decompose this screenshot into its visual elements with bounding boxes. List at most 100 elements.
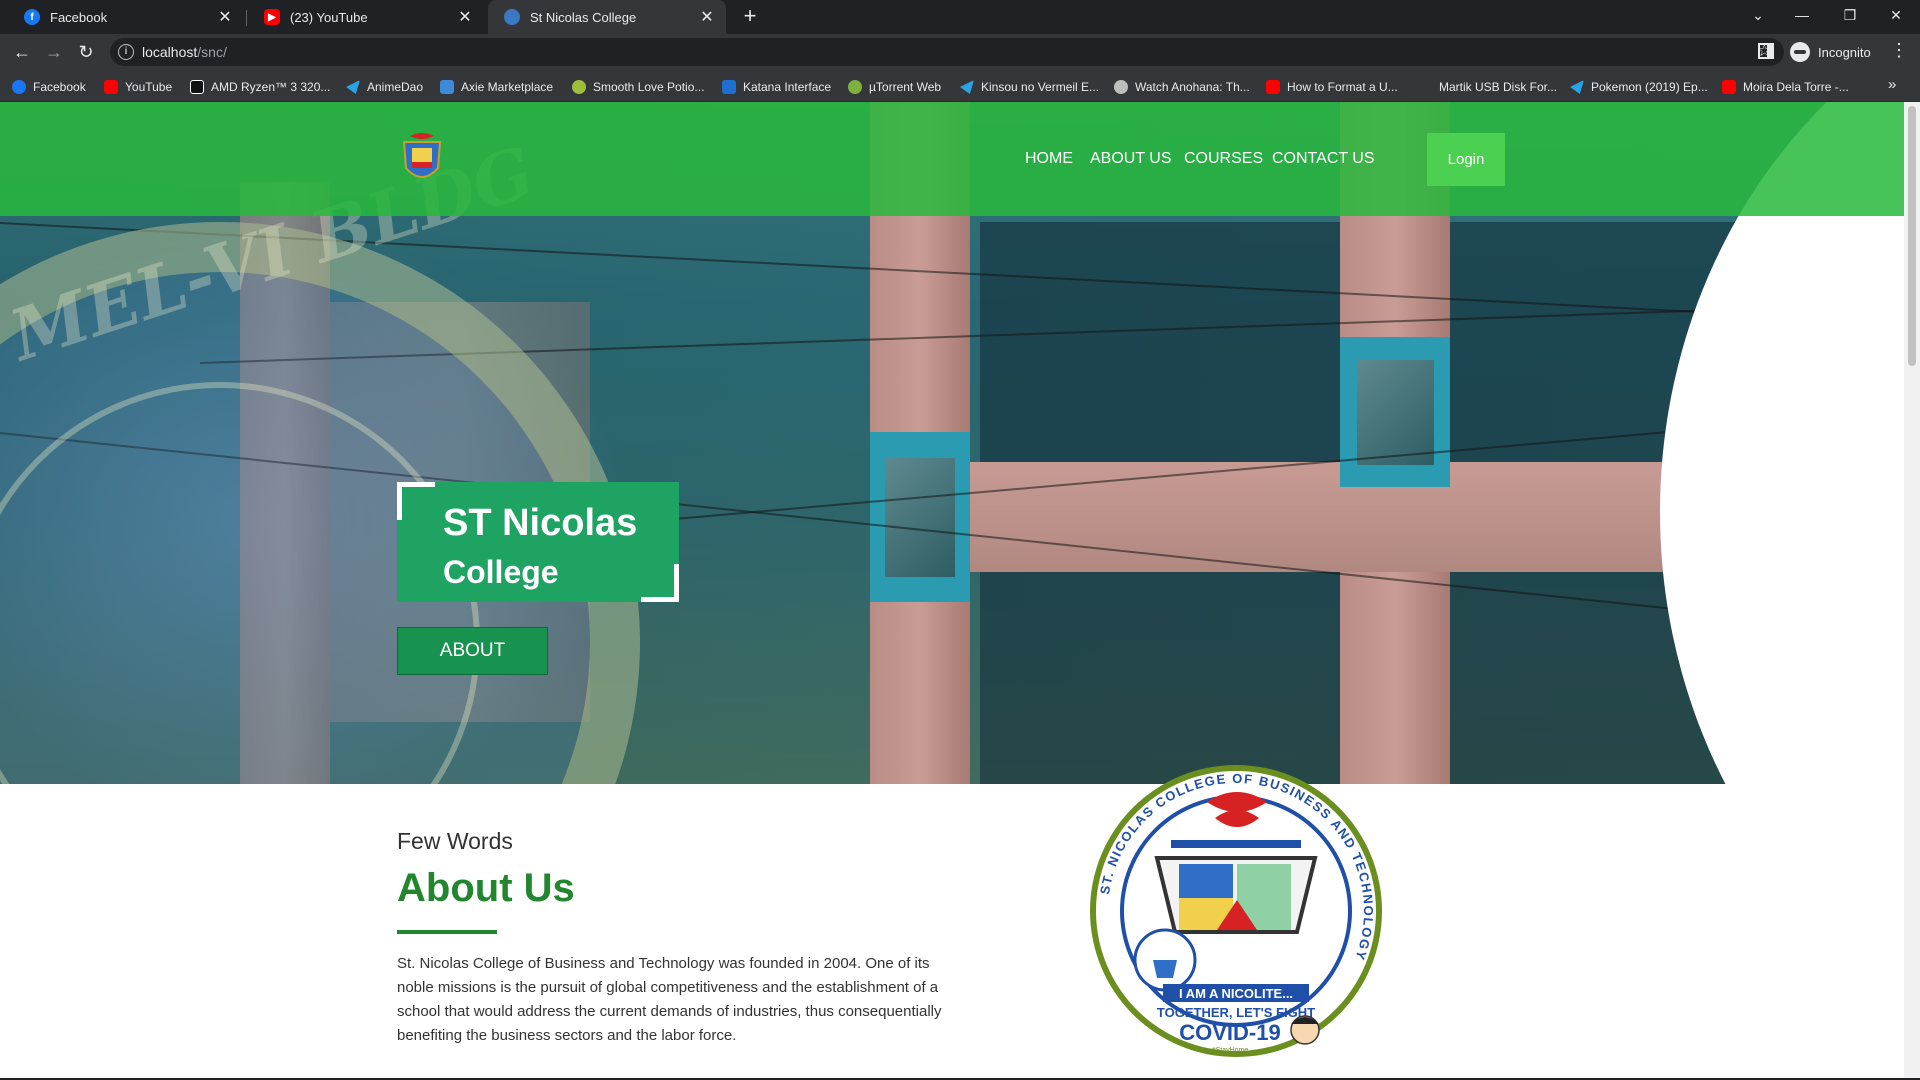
hero-title-line2: College	[443, 554, 559, 590]
tab-strip: f Facebook ✕ ▶ (23) YouTube ✕ St Nicolas…	[0, 0, 1920, 34]
bookmark-item[interactable]: µTorrent Web	[848, 78, 941, 96]
bookmark-label: Martik USB Disk For...	[1439, 80, 1558, 94]
bookmark-item[interactable]: Moira Dela Torre -...	[1722, 78, 1849, 96]
browser-toolbar: ← → ↻ i localhost/snc/ ☆ Incognito ⋮	[0, 34, 1920, 70]
axie-icon	[440, 80, 454, 94]
blank-page-icon	[1418, 80, 1432, 94]
bookmark-item[interactable]: Kinsou no Vermeil E...	[960, 78, 1099, 96]
bookmark-label: Smooth Love Potio...	[593, 80, 705, 94]
back-icon[interactable]: ←	[10, 40, 34, 64]
tab-title: St Nicolas College	[530, 9, 637, 25]
close-tab-icon[interactable]: ✕	[216, 7, 234, 27]
nav-courses[interactable]: COURSES	[1184, 150, 1263, 168]
seal-banner-line2: TOGETHER, LET'S FIGHT	[1157, 1005, 1315, 1020]
site-header	[0, 102, 1904, 216]
bookmark-label: Axie Marketplace	[461, 80, 554, 94]
bookmark-label: µTorrent Web	[869, 80, 942, 94]
tab-facebook[interactable]: f Facebook ✕	[8, 0, 244, 34]
tab-search-icon[interactable]: ⌄	[1736, 4, 1780, 26]
college-logo[interactable]	[400, 132, 444, 186]
bookmark-item[interactable]: AMD Ryzen™ 3 320...	[190, 78, 330, 96]
globe-icon	[1114, 80, 1128, 94]
about-button[interactable]: ABOUT	[397, 627, 548, 675]
close-window-icon[interactable]: ✕	[1874, 4, 1918, 26]
youtube-icon	[1722, 80, 1736, 94]
side-panel-icon[interactable]	[1758, 43, 1774, 59]
katana-icon	[722, 80, 736, 94]
close-tab-icon[interactable]: ✕	[456, 7, 474, 27]
page-viewport: MEL-VI BLDG HOME ABOUT US COURSES CONTAC…	[0, 102, 1904, 1078]
youtube-icon	[1266, 80, 1280, 94]
bookmark-item[interactable]: Pokemon (2019) Ep...	[1570, 78, 1708, 96]
bookmark-item[interactable]: AnimeDao	[346, 78, 423, 96]
tab-title: Facebook	[50, 9, 108, 25]
seal-hashtag: #StayHome	[1212, 1047, 1249, 1054]
bookmark-item[interactable]: Facebook	[12, 78, 86, 96]
nav-about-us[interactable]: ABOUT US	[1090, 150, 1172, 168]
tab-separator	[246, 10, 247, 26]
more-bookmarks-icon[interactable]: »	[1888, 76, 1896, 93]
page-scrollbar[interactable]	[1904, 102, 1920, 1078]
bookmark-label: Watch Anohana: Th...	[1135, 80, 1250, 94]
amd-icon	[190, 80, 204, 94]
bookmark-label: Katana Interface	[743, 80, 832, 94]
hero-title-card: ST Nicolas College	[397, 482, 679, 602]
menu-kebab-icon[interactable]: ⋮	[1890, 40, 1908, 61]
login-button[interactable]: Login	[1427, 133, 1505, 186]
url-path: /snc/	[197, 44, 227, 60]
bookmark-item[interactable]: Smooth Love Potio...	[572, 78, 704, 96]
bookmarks-bar: Facebook YouTube AMD Ryzen™ 3 320... Ani…	[0, 70, 1920, 102]
bookmark-label: YouTube	[125, 80, 173, 94]
bookmark-label: Facebook	[33, 80, 86, 94]
building-ornament	[870, 432, 970, 602]
bookmark-label: Pokemon (2019) Ep...	[1591, 80, 1708, 94]
nav-home[interactable]: HOME	[1025, 150, 1073, 168]
title-corner-top-left	[397, 482, 435, 520]
site-info-icon[interactable]: i	[118, 44, 134, 60]
nav-contact-us[interactable]: CONTACT US	[1272, 150, 1375, 168]
address-bar[interactable]: i localhost/snc/ ☆	[110, 38, 1784, 66]
reload-icon[interactable]: ↻	[74, 40, 98, 64]
bookmark-label: AMD Ryzen™ 3 320...	[211, 80, 331, 94]
hero-section: MEL-VI BLDG HOME ABOUT US COURSES CONTAC…	[0, 102, 1904, 784]
tab-st-nicolas[interactable]: St Nicolas College ✕	[488, 0, 726, 34]
utorrent-icon	[848, 80, 862, 94]
bookmark-label: Moira Dela Torre -...	[1743, 80, 1849, 94]
bookmark-item[interactable]: Watch Anohana: Th...	[1114, 78, 1250, 96]
facebook-icon	[12, 80, 26, 94]
forward-icon[interactable]: →	[42, 40, 66, 64]
building-ornament	[1340, 337, 1450, 487]
section-kicker: Few Words	[397, 828, 513, 854]
seal-banner-line3: COVID-19	[1179, 1020, 1280, 1045]
bookmark-item[interactable]: YouTube	[104, 78, 172, 96]
telegram-icon	[346, 80, 360, 94]
close-tab-icon[interactable]: ✕	[698, 7, 716, 27]
url-text: localhost/snc/	[142, 44, 227, 60]
new-tab-button[interactable]: +	[738, 5, 762, 29]
seal-banner-line1: I AM A NICOLITE...	[1179, 986, 1293, 1001]
title-corner-bottom-right	[641, 564, 679, 602]
telegram-icon	[1570, 80, 1584, 94]
heading-underline	[397, 930, 497, 934]
bookmark-item[interactable]: Axie Marketplace	[440, 78, 553, 96]
minimize-icon[interactable]: —	[1780, 4, 1824, 26]
youtube-icon: ▶	[264, 9, 280, 25]
profile-button[interactable]: Incognito	[1790, 39, 1871, 65]
college-seal-icon	[504, 9, 520, 25]
incognito-icon	[1790, 42, 1810, 62]
profile-label: Incognito	[1818, 44, 1871, 60]
bookmark-label: AnimeDao	[367, 80, 424, 94]
bookmark-item[interactable]: How to Format a U...	[1266, 78, 1398, 96]
slp-icon	[572, 80, 586, 94]
tab-youtube[interactable]: ▶ (23) YouTube ✕	[248, 0, 484, 34]
bookmark-item[interactable]: Katana Interface	[722, 78, 831, 96]
hero-title-line1: ST Nicolas	[443, 502, 638, 544]
about-heading: About Us	[397, 866, 575, 910]
ornament-stud	[1356, 359, 1434, 465]
scrollbar-thumb[interactable]	[1908, 106, 1916, 366]
bookmark-item[interactable]: Martik USB Disk For...	[1418, 78, 1557, 96]
telegram-icon	[960, 80, 974, 94]
restore-icon[interactable]: ❐	[1828, 4, 1872, 26]
about-paragraph: St. Nicolas College of Business and Tech…	[397, 955, 942, 1044]
ornament-stud	[885, 457, 955, 577]
